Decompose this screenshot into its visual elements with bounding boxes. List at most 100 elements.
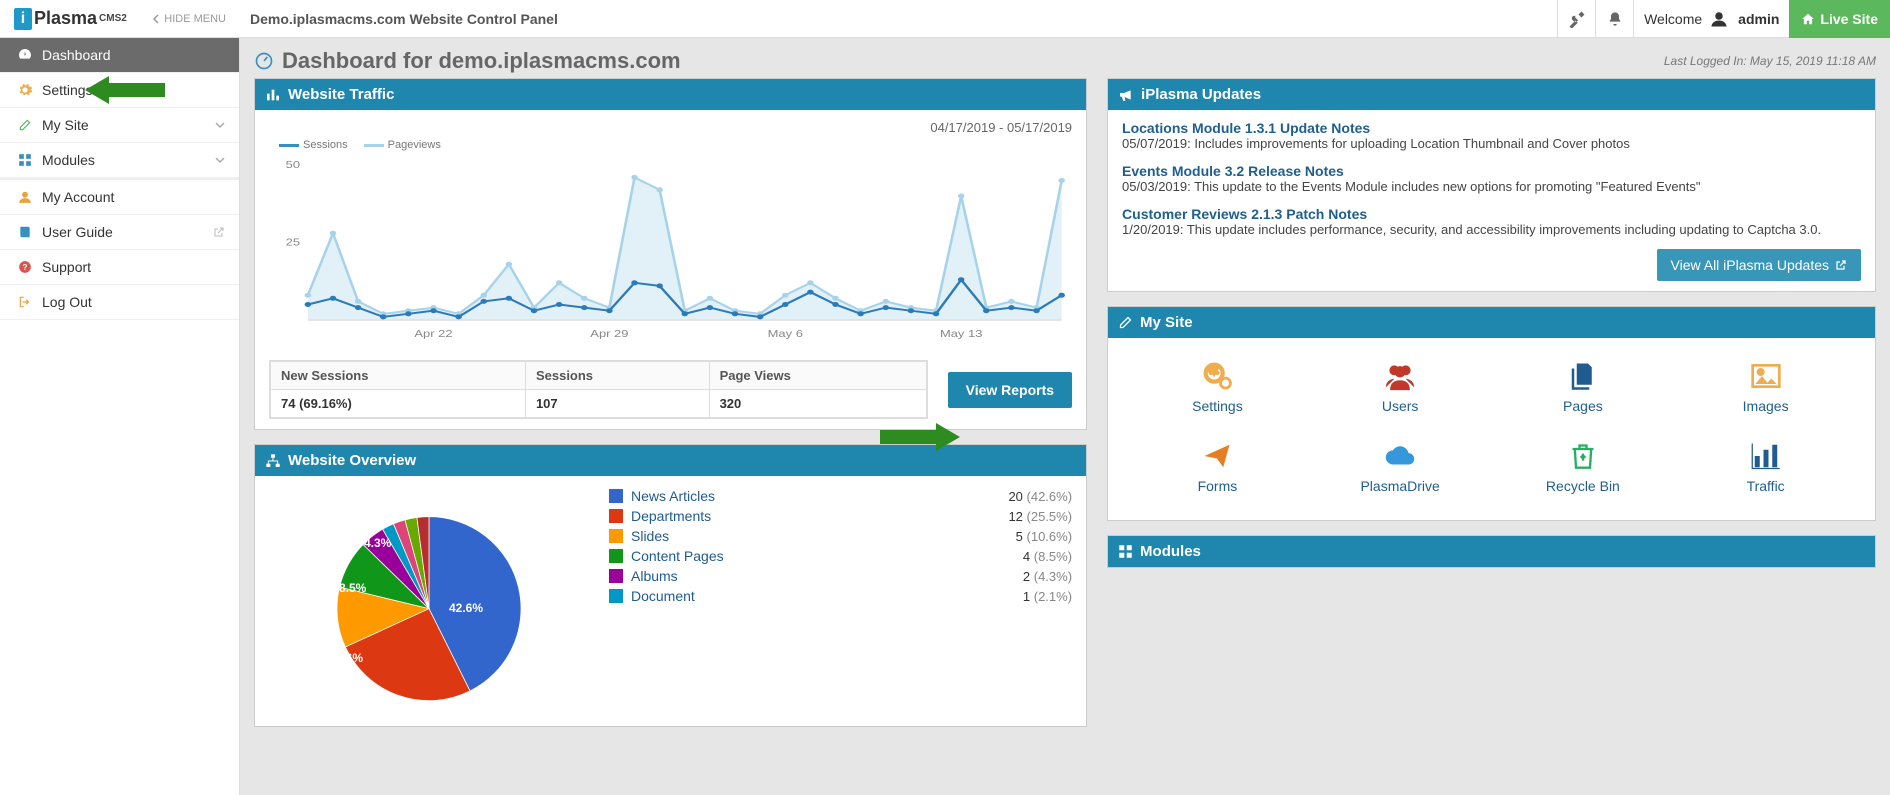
legend-pageviews: Pageviews [388, 139, 441, 151]
traffic-daterange: 04/17/2019 - 05/17/2019 [269, 120, 1072, 135]
td-newsess: 74 (69.16%) [271, 390, 526, 418]
brand-name: Plasma [34, 8, 97, 29]
sidebar-item-settings[interactable]: Settings [0, 73, 239, 108]
brand-logo[interactable]: i Plasma CMS2 [14, 8, 127, 30]
tile-label: Recycle Bin [1546, 478, 1620, 494]
update-body: 05/03/2019: This update to the Events Mo… [1122, 179, 1861, 194]
update-title-link[interactable]: Locations Module 1.3.1 Update Notes [1122, 120, 1861, 136]
legend-row[interactable]: Slides5 (10.6%) [609, 526, 1072, 546]
panel-title-text: My Site [1140, 314, 1193, 331]
tile-label: Pages [1563, 398, 1603, 414]
external-link-icon [213, 226, 225, 238]
sidebar-label: Modules [42, 152, 215, 168]
sidebar-item-dashboard[interactable]: Dashboard [0, 38, 239, 73]
tile-label: Traffic [1747, 478, 1785, 494]
panel-mysite: My Site Settings Users Pages Images Form… [1107, 306, 1876, 521]
panel-title-text: iPlasma Updates [1141, 86, 1261, 103]
update-item: Events Module 3.2 Release Notes05/03/201… [1122, 163, 1861, 194]
pie-chart: 42.6% 10.6% 8.5% 4.3% [269, 486, 589, 716]
panel-title-text: Website Overview [288, 452, 416, 469]
welcome-area[interactable]: Welcome admin [1633, 0, 1789, 38]
grid-icon [18, 153, 32, 167]
update-title-link[interactable]: Events Module 3.2 Release Notes [1122, 163, 1861, 179]
view-reports-button[interactable]: View Reports [948, 372, 1072, 408]
td-pv: 320 [709, 390, 926, 418]
sidebar-item-support[interactable]: ? Support [0, 250, 239, 285]
page-title: Demo.iplasmacms.com Website Control Pane… [240, 11, 1557, 27]
panel-header: Modules [1108, 536, 1875, 567]
sidebar-label: My Account [42, 189, 225, 205]
tile-forms[interactable]: Forms [1126, 438, 1309, 494]
hide-menu-label: HIDE MENU [164, 13, 226, 25]
update-body: 05/07/2019: Includes improvements for up… [1122, 136, 1861, 151]
pie-pct-label: 4.3% [364, 536, 391, 550]
svg-text:?: ? [23, 263, 28, 272]
bullhorn-icon [1118, 87, 1134, 103]
tile-images[interactable]: Images [1674, 358, 1857, 414]
panel-title-text: Website Traffic [288, 86, 394, 103]
view-all-label: View All iPlasma Updates [1671, 257, 1829, 273]
tile-label: Settings [1192, 398, 1243, 414]
update-title-link[interactable]: Customer Reviews 2.1.3 Patch Notes [1122, 206, 1861, 222]
panel-title-text: Modules [1140, 543, 1201, 560]
updates-list: Locations Module 1.3.1 Update Notes05/07… [1108, 110, 1875, 291]
tile-label: Images [1743, 398, 1789, 414]
legend-sessions: Sessions [303, 139, 348, 151]
tile-recyclebin[interactable]: Recycle Bin [1492, 438, 1675, 494]
chart-icon [265, 87, 281, 103]
sidebar-item-logout[interactable]: Log Out [0, 285, 239, 320]
traffic-table: New Sessions Sessions Page Views 74 (69.… [269, 360, 928, 419]
external-link-icon [1835, 259, 1847, 271]
panel-website-overview: Website Overview 42.6% 10.6% 8.5% 4.3% N… [254, 444, 1087, 727]
top-actions: Welcome admin Live Site [1557, 0, 1890, 38]
user-icon [1710, 10, 1728, 28]
recycle-icon [1569, 441, 1597, 471]
legend-row[interactable]: News Articles20 (42.6%) [609, 486, 1072, 506]
sidebar-label: Support [42, 259, 225, 275]
th-newsess: New Sessions [271, 362, 526, 390]
sidebar-item-myaccount[interactable]: My Account [0, 178, 239, 215]
traffic-line-chart: 2550Apr 22Apr 29May 6May 13 [269, 155, 1072, 345]
tile-pages[interactable]: Pages [1492, 358, 1675, 414]
legend-row[interactable]: Document1 (2.1%) [609, 586, 1072, 606]
tile-label: Forms [1198, 478, 1238, 494]
pie-pct-label: 10.6% [329, 651, 363, 665]
topbar: i Plasma CMS2 HIDE MENU Demo.iplasmacms.… [0, 0, 1890, 38]
live-site-button[interactable]: Live Site [1789, 0, 1890, 38]
dash-domain: demo.iplasmacms.com [438, 48, 680, 73]
panel-header: Website Overview [255, 445, 1086, 476]
sidebar-item-userguide[interactable]: User Guide [0, 215, 239, 250]
notifications-button[interactable] [1595, 0, 1633, 38]
tile-label: PlasmaDrive [1360, 478, 1439, 494]
chart-legend: Sessions Pageviews [279, 139, 1072, 151]
logout-icon [18, 295, 32, 309]
view-all-updates-button[interactable]: View All iPlasma Updates [1657, 249, 1861, 281]
sidebar-label: My Site [42, 117, 215, 133]
legend-row[interactable]: Albums2 (4.3%) [609, 566, 1072, 586]
tile-settings[interactable]: Settings [1126, 358, 1309, 414]
hide-menu-button[interactable]: HIDE MENU [152, 13, 226, 25]
tools-button[interactable] [1557, 0, 1595, 38]
th-sess: Sessions [525, 362, 709, 390]
view-all-wrap: View All iPlasma Updates [1122, 249, 1861, 281]
tile-traffic[interactable]: Traffic [1674, 438, 1857, 494]
legend-row[interactable]: Departments12 (25.5%) [609, 506, 1072, 526]
brand-area: i Plasma CMS2 HIDE MENU [0, 8, 240, 30]
brand-icon: i [14, 8, 32, 30]
tile-users[interactable]: Users [1309, 358, 1492, 414]
sidebar-label: Dashboard [42, 47, 225, 63]
update-item: Locations Module 1.3.1 Update Notes05/07… [1122, 120, 1861, 151]
gear-icon [1200, 359, 1234, 393]
welcome-prefix: Welcome [1644, 11, 1702, 27]
edit-icon [18, 118, 32, 132]
legend-row[interactable]: Content Pages4 (8.5%) [609, 546, 1072, 566]
panel-website-traffic: Website Traffic 04/17/2019 - 05/17/2019 … [254, 78, 1087, 430]
td-sess: 107 [525, 390, 709, 418]
sidebar-item-mysite[interactable]: My Site [0, 108, 239, 143]
sidebar-item-modules[interactable]: Modules [0, 143, 239, 178]
main-content: Dashboard for demo.iplasmacms.com Last L… [240, 0, 1890, 751]
sidebar-label: Log Out [42, 294, 225, 310]
users-icon [1383, 361, 1417, 391]
tile-plasmadrive[interactable]: PlasmaDrive [1309, 438, 1492, 494]
pages-icon [1568, 360, 1598, 392]
